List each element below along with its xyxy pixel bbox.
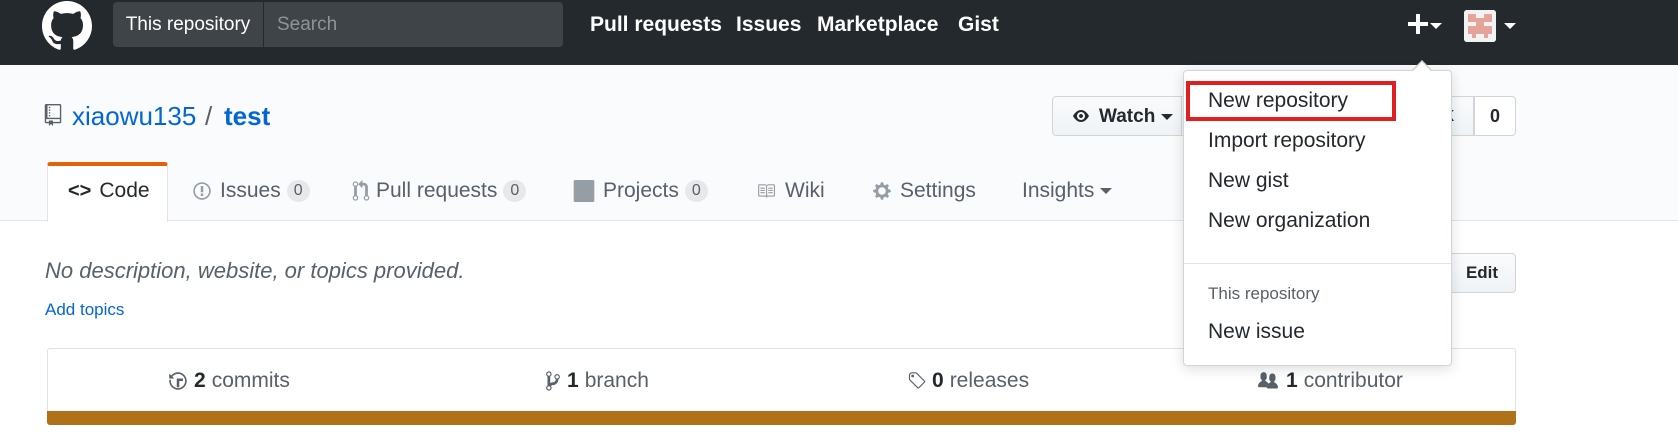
branch-count: 1: [567, 369, 579, 392]
global-header: This repository Pull requests Issues Mar…: [0, 0, 1678, 65]
git-branch-icon: [546, 371, 560, 391]
releases-count: 0: [932, 369, 944, 392]
gear-icon: [873, 182, 891, 200]
tab-code-label: Code: [99, 179, 150, 202]
menu-item-new-repository[interactable]: New repository: [1186, 81, 1396, 121]
nav-gist[interactable]: Gist: [958, 13, 999, 37]
tab-projects[interactable]: Projects 0: [573, 162, 713, 222]
issue-opened-icon: [193, 182, 211, 200]
menu-section-header: This repository: [1208, 284, 1320, 303]
commits-label: commits: [211, 369, 290, 392]
watch-label: Watch: [1099, 106, 1156, 127]
releases-stat[interactable]: 0 releases: [906, 369, 1029, 393]
tab-code[interactable]: <> Code: [47, 162, 168, 222]
pull-requests-counter: 0: [503, 180, 527, 202]
tab-settings[interactable]: Settings: [872, 162, 1002, 222]
language-bar[interactable]: [47, 411, 1516, 425]
create-new-dropdown: New repository Import repository New gis…: [1183, 70, 1452, 366]
plus-icon: [1408, 14, 1428, 34]
projects-counter: 0: [684, 180, 708, 202]
git-pull-request-icon: [352, 180, 370, 201]
repo-name-link[interactable]: test: [224, 101, 270, 132]
contributor-count: 1: [1286, 369, 1298, 392]
contributors-stat[interactable]: 1 contributor: [1256, 369, 1403, 393]
fork-count[interactable]: 0: [1474, 96, 1516, 136]
user-menu-button[interactable]: [1464, 10, 1520, 42]
menu-item-import-repository[interactable]: Import repository: [1184, 121, 1451, 161]
menu-divider: [1184, 263, 1451, 264]
organization-icon: [1258, 372, 1278, 389]
issues-counter: 0: [286, 180, 310, 202]
triangle-down-icon: [1100, 188, 1113, 194]
menu-item-new-organization[interactable]: New organization: [1184, 201, 1451, 241]
identicon-icon: [1464, 10, 1496, 42]
repo-icon: [44, 104, 62, 126]
tab-projects-label: Projects: [603, 179, 679, 202]
tab-wiki-label: Wiki: [785, 179, 825, 202]
code-icon: <>: [68, 179, 92, 202]
watch-button[interactable]: Watch: [1052, 96, 1182, 136]
caret-down-icon: [1161, 114, 1173, 120]
caret-down-icon: [1430, 23, 1442, 29]
tab-pull-requests-label: Pull requests: [376, 179, 498, 202]
menu-item-new-gist[interactable]: New gist: [1184, 161, 1451, 201]
edit-button[interactable]: Edit: [1448, 253, 1516, 293]
create-new-menu-button[interactable]: [1404, 5, 1444, 43]
tab-insights-label: Insights: [1022, 179, 1095, 202]
tag-icon: [908, 372, 926, 389]
nav-issues[interactable]: Issues: [736, 13, 801, 37]
search-box: This repository: [113, 2, 563, 47]
nav-marketplace[interactable]: Marketplace: [817, 13, 938, 37]
tab-insights[interactable]: Insights: [1022, 162, 1122, 222]
menu-item-new-issue[interactable]: New issue: [1184, 312, 1451, 352]
dropdown-caret-fill: [1413, 62, 1431, 71]
repo-description: No description, website, or topics provi…: [45, 258, 465, 283]
contributor-label: contributor: [1303, 369, 1403, 392]
tab-settings-label: Settings: [900, 179, 976, 202]
path-separator: /: [205, 101, 213, 131]
tab-wiki[interactable]: Wiki: [755, 162, 835, 222]
commits-stat[interactable]: 2 commits: [168, 369, 290, 393]
tab-issues-label: Issues: [220, 179, 281, 202]
search-scope-label: This repository: [113, 2, 264, 47]
commits-count: 2: [194, 369, 206, 392]
tab-issues[interactable]: Issues 0: [192, 162, 322, 222]
nav-pull-requests[interactable]: Pull requests: [590, 13, 722, 37]
releases-label: releases: [949, 369, 1030, 392]
search-input[interactable]: [265, 2, 563, 47]
repo-owner-link[interactable]: xiaowu135: [72, 101, 196, 132]
add-topics-link[interactable]: Add topics: [45, 300, 124, 320]
branch-label: branch: [584, 369, 649, 392]
github-logo-icon[interactable]: [42, 1, 92, 51]
branch-stat[interactable]: 1 branch: [545, 369, 649, 393]
tab-pull-requests[interactable]: Pull requests 0: [352, 162, 532, 222]
eye-icon: [1073, 110, 1089, 122]
book-icon: [758, 184, 775, 198]
avatar: [1464, 10, 1496, 42]
project-icon: [573, 180, 595, 202]
caret-down-icon: [1504, 23, 1516, 29]
history-icon: [169, 372, 187, 390]
